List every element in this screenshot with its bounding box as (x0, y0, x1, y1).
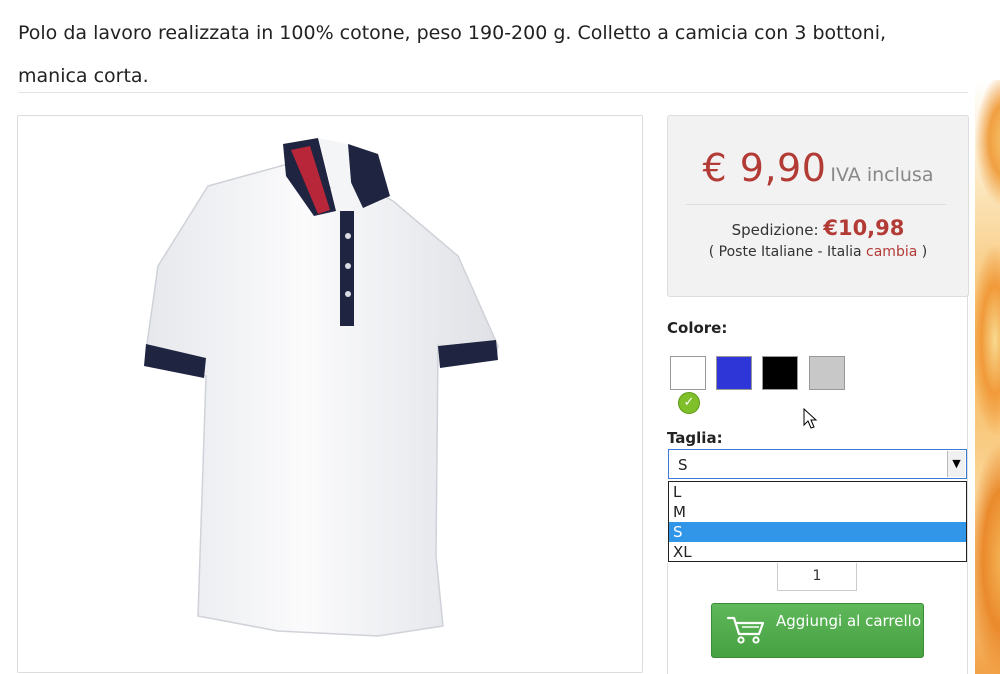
shipping-value: €10,98 (823, 216, 905, 240)
size-select-value: S (678, 456, 688, 474)
add-to-cart-button[interactable]: Aggiungi al carrello (711, 603, 924, 658)
panel-border-left (667, 563, 668, 674)
shipping-label: Spedizione: (731, 221, 819, 239)
carrier-text: ( Poste Italiane - Italia (708, 244, 862, 260)
swatch-grey[interactable] (809, 356, 845, 390)
price-row: € 9,90 IVA inclusa (668, 146, 968, 190)
polo-shirt-image (144, 138, 499, 637)
vat-note: IVA inclusa (830, 164, 934, 186)
mouse-cursor-icon (803, 408, 818, 429)
carrier-row: ( Poste Italiane - Italia cambia ) (668, 244, 968, 260)
quantity-input[interactable]: 1 (777, 563, 857, 591)
swatch-white[interactable] (670, 356, 706, 390)
price-value: € 9,90 (702, 146, 827, 190)
size-option-xl[interactable]: XL (669, 542, 966, 562)
carrier-close: ) (921, 244, 928, 260)
size-label: Taglia: (667, 429, 723, 447)
color-label: Colore: (667, 319, 728, 337)
chevron-down-icon[interactable]: ▼ (947, 451, 965, 477)
selected-check-icon: ✓ (678, 392, 700, 414)
size-select[interactable]: S ▼ (668, 449, 967, 479)
price-divider (686, 204, 946, 205)
size-option-s[interactable]: S (669, 522, 966, 542)
add-to-cart-label: Aggiungi al carrello (776, 612, 921, 630)
shipping-row: Spedizione: €10,98 (668, 216, 968, 240)
size-dropdown-list[interactable]: L M S XL (668, 481, 967, 562)
product-description: Polo da lavoro realizzata in 100% cotone… (18, 22, 887, 87)
swatch-black[interactable] (762, 356, 798, 390)
decorative-flame-background (975, 80, 1000, 674)
size-option-l[interactable]: L (669, 482, 966, 502)
swatch-royal-blue[interactable] (716, 356, 752, 390)
divider (18, 92, 968, 93)
product-image[interactable] (17, 115, 643, 673)
shopping-cart-icon (726, 616, 765, 644)
size-option-m[interactable]: M (669, 502, 966, 522)
panel-border (967, 295, 968, 674)
change-shipping-link[interactable]: cambia (866, 244, 917, 260)
price-panel: € 9,90 IVA inclusa Spedizione: €10,98 ( P… (667, 115, 969, 297)
